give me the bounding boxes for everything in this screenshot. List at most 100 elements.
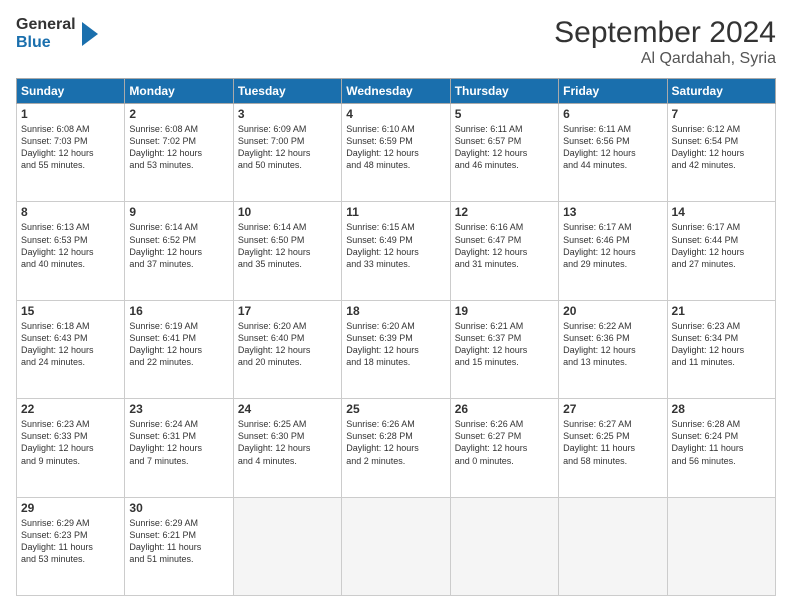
table-row: 8 Sunrise: 6:13 AM Sunset: 6:53 PM Daylig…	[17, 202, 125, 300]
day-number: 26	[455, 402, 554, 416]
logo-arrow-icon	[78, 18, 102, 50]
table-row: 1Sunrise: 6:08 AM Sunset: 7:03 PM Daylig…	[17, 104, 125, 202]
day-number: 27	[563, 402, 662, 416]
day-number: 17	[238, 304, 337, 318]
table-row: 29 Sunrise: 6:29 AM Sunset: 6:23 PM Dayli…	[17, 497, 125, 595]
day-content: Sunrise: 6:17 AM Sunset: 6:44 PM Dayligh…	[672, 221, 771, 270]
day-number: 16	[129, 304, 228, 318]
day-number: 7	[672, 107, 771, 121]
day-number: 29	[21, 501, 120, 515]
table-row: 17 Sunrise: 6:20 AM Sunset: 6:40 PM Dayli…	[233, 300, 341, 398]
day-content: Sunrise: 6:16 AM Sunset: 6:47 PM Dayligh…	[455, 221, 554, 270]
day-content: Sunrise: 6:25 AM Sunset: 6:30 PM Dayligh…	[238, 418, 337, 467]
day-number: 12	[455, 205, 554, 219]
day-content: Sunrise: 6:15 AM Sunset: 6:49 PM Dayligh…	[346, 221, 445, 270]
day-content: Sunrise: 6:12 AM Sunset: 6:54 PM Dayligh…	[672, 123, 771, 172]
logo-general: General	[16, 16, 76, 34]
table-row	[667, 497, 775, 595]
logo: General Blue	[16, 16, 102, 51]
logo-content: General Blue	[16, 16, 102, 51]
table-row: 21 Sunrise: 6:23 AM Sunset: 6:34 PM Dayli…	[667, 300, 775, 398]
day-number: 13	[563, 205, 662, 219]
logo-blue: Blue	[16, 34, 76, 52]
calendar-week: 15 Sunrise: 6:18 AM Sunset: 6:43 PM Dayli…	[17, 300, 776, 398]
table-row: 20Sunrise: 6:22 AM Sunset: 6:36 PM Dayli…	[559, 300, 667, 398]
day-number: 4	[346, 107, 445, 121]
col-friday: Friday	[559, 79, 667, 104]
header: General Blue September 2024 Al Qardahah,…	[16, 16, 776, 68]
table-row: 16 Sunrise: 6:19 AM Sunset: 6:41 PM Dayli…	[125, 300, 233, 398]
col-thursday: Thursday	[450, 79, 558, 104]
day-number: 19	[455, 304, 554, 318]
day-content: Sunrise: 6:09 AM Sunset: 7:00 PM Dayligh…	[238, 123, 337, 172]
table-row: 3Sunrise: 6:09 AM Sunset: 7:00 PM Daylig…	[233, 104, 341, 202]
table-row: 6 Sunrise: 6:11 AM Sunset: 6:56 PM Daylig…	[559, 104, 667, 202]
table-row: 24Sunrise: 6:25 AM Sunset: 6:30 PM Dayli…	[233, 399, 341, 497]
day-content: Sunrise: 6:18 AM Sunset: 6:43 PM Dayligh…	[21, 320, 120, 369]
table-row: 22 Sunrise: 6:23 AM Sunset: 6:33 PM Dayli…	[17, 399, 125, 497]
table-row: 28Sunrise: 6:28 AM Sunset: 6:24 PM Dayli…	[667, 399, 775, 497]
day-number: 30	[129, 501, 228, 515]
day-content: Sunrise: 6:23 AM Sunset: 6:34 PM Dayligh…	[672, 320, 771, 369]
page: General Blue September 2024 Al Qardahah,…	[0, 0, 792, 612]
table-row: 10 Sunrise: 6:14 AM Sunset: 6:50 PM Dayli…	[233, 202, 341, 300]
month-title: September 2024	[554, 16, 776, 50]
table-row: 18Sunrise: 6:20 AM Sunset: 6:39 PM Dayli…	[342, 300, 450, 398]
day-number: 15	[21, 304, 120, 318]
day-content: Sunrise: 6:14 AM Sunset: 6:52 PM Dayligh…	[129, 221, 228, 270]
table-row: 14 Sunrise: 6:17 AM Sunset: 6:44 PM Dayli…	[667, 202, 775, 300]
location: Al Qardahah, Syria	[554, 50, 776, 68]
day-content: Sunrise: 6:22 AM Sunset: 6:36 PM Dayligh…	[563, 320, 662, 369]
calendar-week: 1Sunrise: 6:08 AM Sunset: 7:03 PM Daylig…	[17, 104, 776, 202]
table-row: 2 Sunrise: 6:08 AM Sunset: 7:02 PM Daylig…	[125, 104, 233, 202]
day-number: 21	[672, 304, 771, 318]
day-number: 18	[346, 304, 445, 318]
col-tuesday: Tuesday	[233, 79, 341, 104]
day-content: Sunrise: 6:11 AM Sunset: 6:56 PM Dayligh…	[563, 123, 662, 172]
table-row: 11 Sunrise: 6:15 AM Sunset: 6:49 PM Dayli…	[342, 202, 450, 300]
table-row	[342, 497, 450, 595]
day-content: Sunrise: 6:17 AM Sunset: 6:46 PM Dayligh…	[563, 221, 662, 270]
table-row: 15 Sunrise: 6:18 AM Sunset: 6:43 PM Dayli…	[17, 300, 125, 398]
day-content: Sunrise: 6:20 AM Sunset: 6:40 PM Dayligh…	[238, 320, 337, 369]
table-row: 7 Sunrise: 6:12 AM Sunset: 6:54 PM Daylig…	[667, 104, 775, 202]
calendar-week: 8 Sunrise: 6:13 AM Sunset: 6:53 PM Daylig…	[17, 202, 776, 300]
day-content: Sunrise: 6:11 AM Sunset: 6:57 PM Dayligh…	[455, 123, 554, 172]
day-number: 6	[563, 107, 662, 121]
col-monday: Monday	[125, 79, 233, 104]
day-content: Sunrise: 6:26 AM Sunset: 6:27 PM Dayligh…	[455, 418, 554, 467]
title-block: September 2024 Al Qardahah, Syria	[554, 16, 776, 68]
day-content: Sunrise: 6:29 AM Sunset: 6:23 PM Dayligh…	[21, 517, 120, 566]
table-row: 27 Sunrise: 6:27 AM Sunset: 6:25 PM Dayli…	[559, 399, 667, 497]
table-row: 12 Sunrise: 6:16 AM Sunset: 6:47 PM Dayli…	[450, 202, 558, 300]
calendar-week: 22 Sunrise: 6:23 AM Sunset: 6:33 PM Dayli…	[17, 399, 776, 497]
day-content: Sunrise: 6:13 AM Sunset: 6:53 PM Dayligh…	[21, 221, 120, 270]
day-number: 11	[346, 205, 445, 219]
table-row: 25Sunrise: 6:26 AM Sunset: 6:28 PM Dayli…	[342, 399, 450, 497]
day-content: Sunrise: 6:19 AM Sunset: 6:41 PM Dayligh…	[129, 320, 228, 369]
header-row: Sunday Monday Tuesday Wednesday Thursday…	[17, 79, 776, 104]
day-content: Sunrise: 6:14 AM Sunset: 6:50 PM Dayligh…	[238, 221, 337, 270]
day-number: 2	[129, 107, 228, 121]
table-row	[559, 497, 667, 595]
calendar-table: Sunday Monday Tuesday Wednesday Thursday…	[16, 78, 776, 596]
day-number: 10	[238, 205, 337, 219]
table-row: 9 Sunrise: 6:14 AM Sunset: 6:52 PM Daylig…	[125, 202, 233, 300]
day-number: 5	[455, 107, 554, 121]
day-content: Sunrise: 6:24 AM Sunset: 6:31 PM Dayligh…	[129, 418, 228, 467]
day-number: 14	[672, 205, 771, 219]
day-content: Sunrise: 6:21 AM Sunset: 6:37 PM Dayligh…	[455, 320, 554, 369]
day-number: 23	[129, 402, 228, 416]
day-number: 22	[21, 402, 120, 416]
table-row: 5 Sunrise: 6:11 AM Sunset: 6:57 PM Daylig…	[450, 104, 558, 202]
day-number: 28	[672, 402, 771, 416]
col-wednesday: Wednesday	[342, 79, 450, 104]
day-content: Sunrise: 6:27 AM Sunset: 6:25 PM Dayligh…	[563, 418, 662, 467]
calendar-week: 29 Sunrise: 6:29 AM Sunset: 6:23 PM Dayli…	[17, 497, 776, 595]
day-number: 25	[346, 402, 445, 416]
day-content: Sunrise: 6:23 AM Sunset: 6:33 PM Dayligh…	[21, 418, 120, 467]
day-number: 9	[129, 205, 228, 219]
day-content: Sunrise: 6:08 AM Sunset: 7:02 PM Dayligh…	[129, 123, 228, 172]
table-row	[450, 497, 558, 595]
day-number: 8	[21, 205, 120, 219]
